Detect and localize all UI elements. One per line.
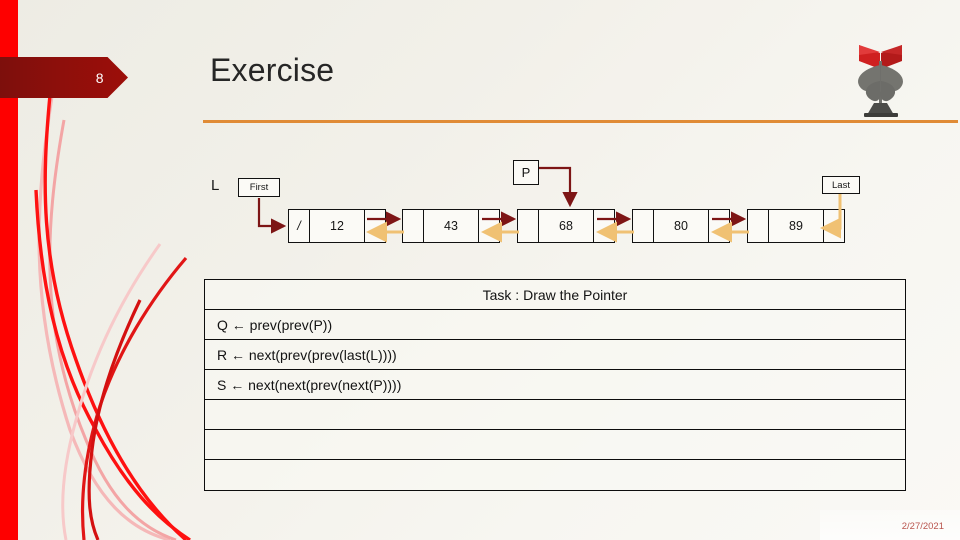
- node-next-cell: [594, 210, 614, 242]
- node-next-cell: [709, 210, 729, 242]
- task-table-row: R ← next(prev(prev(last(L)))): [205, 340, 905, 370]
- node-prev-cell: [633, 210, 653, 242]
- first-pointer-box: First: [238, 178, 280, 197]
- node-value-cell: 43: [423, 210, 479, 242]
- slide-canvas: 8 Exercise L First P Last / 12 43 68 80 …: [0, 0, 960, 540]
- list-node: / 12: [288, 209, 386, 243]
- node-prev-cell: /: [297, 219, 301, 233]
- page-title: Exercise: [210, 52, 335, 88]
- node-value-cell: 80: [653, 210, 709, 242]
- university-emblem-icon: [858, 45, 903, 117]
- list-node: 89 /: [747, 209, 845, 243]
- list-node: 68: [517, 209, 615, 243]
- node-value-cell: 68: [538, 210, 594, 242]
- left-edge-bar-bottom: [0, 96, 18, 540]
- arrow-p-to-node3: [539, 166, 578, 208]
- task-table-header: Task : Draw the Pointer: [205, 280, 905, 310]
- node-prev-cell: [403, 210, 423, 242]
- left-edge-bar-top: [0, 0, 18, 62]
- task-table-row: S ← next(next(prev(next(P)))): [205, 370, 905, 400]
- node-next-cell: [365, 210, 385, 242]
- list-node: 43: [402, 209, 500, 243]
- last-pointer-box: Last: [822, 176, 860, 194]
- node-value-cell: 12: [309, 210, 365, 242]
- task-table-empty-row[interactable]: [205, 430, 905, 460]
- slide-number-banner: 8: [0, 57, 128, 98]
- node-next-cell: [479, 210, 499, 242]
- task-table-empty-row[interactable]: [205, 460, 905, 490]
- node-value-cell: 89: [768, 210, 824, 242]
- task-table-row: Q ← prev(prev(P)): [205, 310, 905, 340]
- footer-date: 2/27/2021: [901, 521, 944, 532]
- node-prev-cell: [748, 210, 768, 242]
- node-next-cell: /: [832, 219, 836, 233]
- node-prev-cell: [518, 210, 538, 242]
- list-node: 80: [632, 209, 730, 243]
- arrow-first-to-node1: [257, 198, 287, 234]
- task-table: Task : Draw the Pointer Q ← prev(prev(P)…: [204, 279, 906, 491]
- slide-number: 8: [95, 69, 104, 86]
- list-variable-label: L: [211, 177, 220, 194]
- task-table-empty-row[interactable]: [205, 400, 905, 430]
- p-pointer-box: P: [513, 160, 539, 185]
